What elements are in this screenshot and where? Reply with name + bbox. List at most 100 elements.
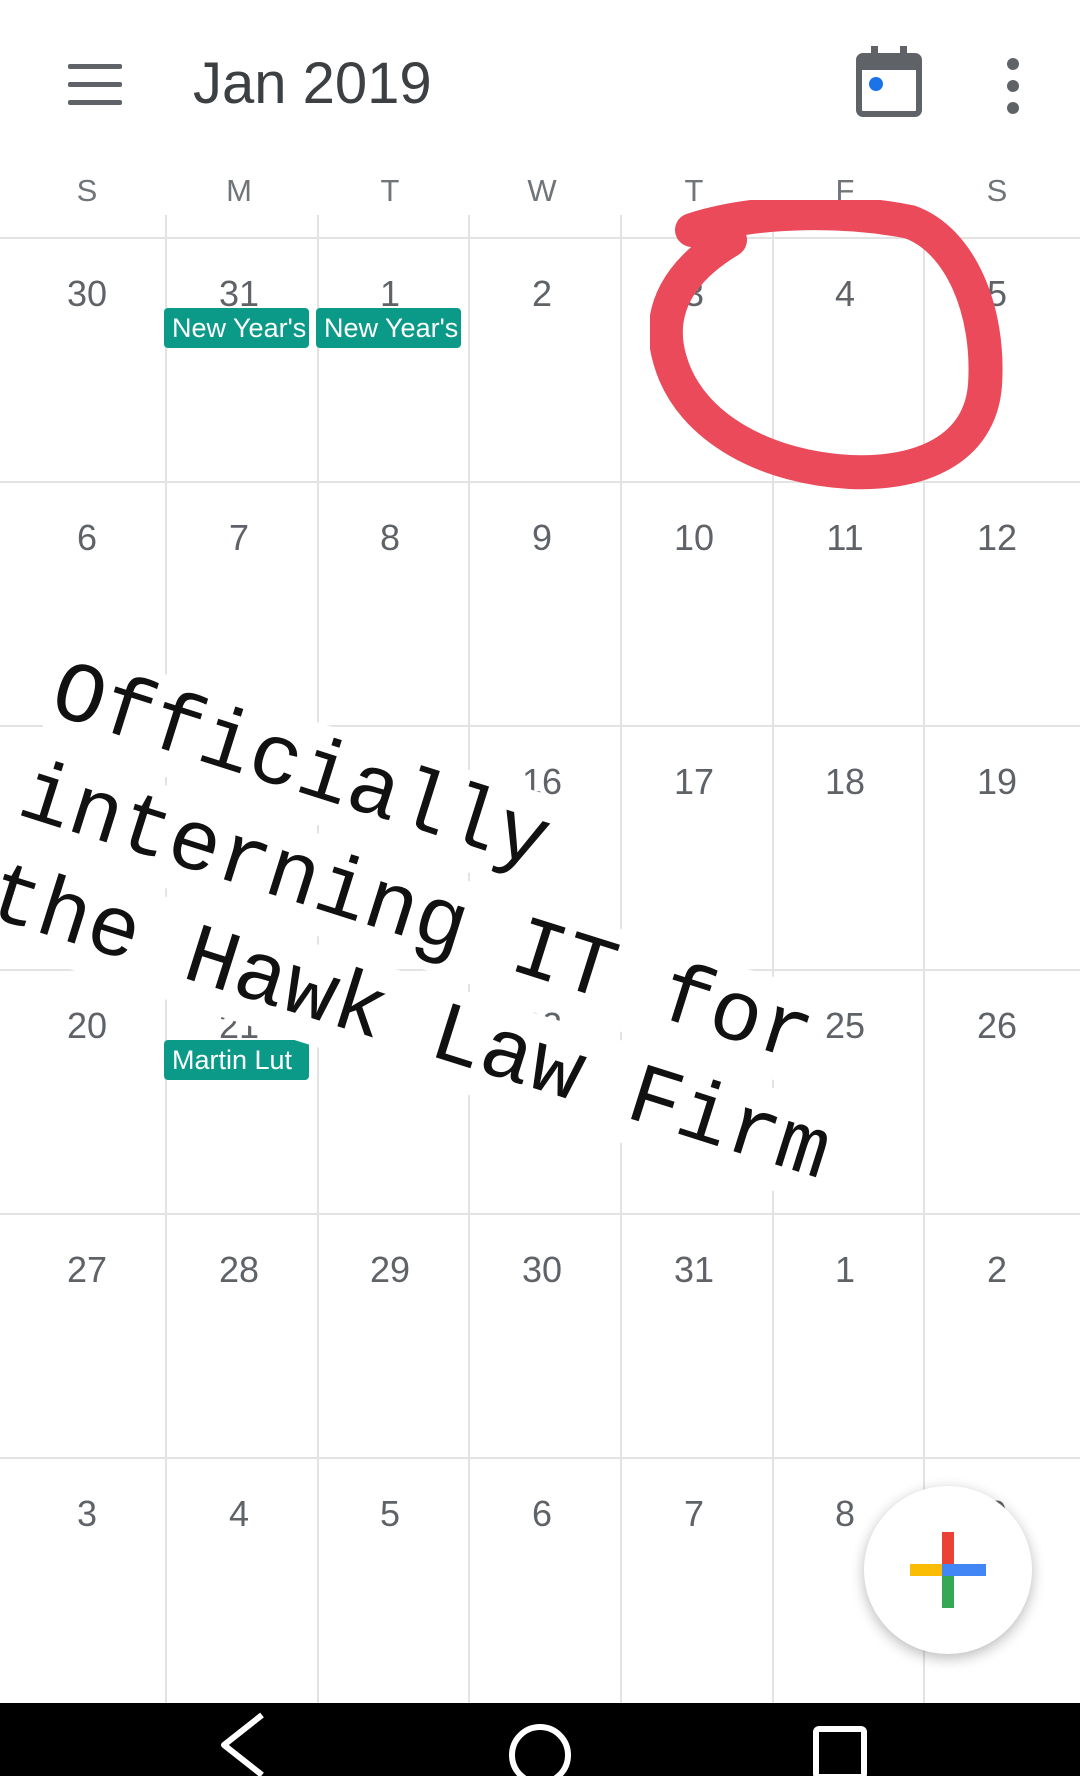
day-number: 2 (531, 273, 553, 314)
day-cell[interactable]: 2 (921, 1213, 1073, 1457)
day-number: 28 (218, 1249, 260, 1290)
day-cell[interactable]: 17 (618, 725, 770, 969)
day-number: 29 (369, 1249, 411, 1290)
day-cell[interactable]: 24 (618, 969, 770, 1213)
back-triangle-icon[interactable] (210, 1711, 290, 1778)
day-number: 26 (976, 1005, 1018, 1046)
day-cell[interactable]: 27 (11, 1213, 163, 1457)
day-number: 18 (824, 761, 866, 802)
day-cell[interactable]: 19 (921, 725, 1073, 969)
day-number: 4 (834, 273, 856, 314)
day-cell[interactable]: 3 (618, 237, 770, 481)
day-number: 15 (369, 761, 411, 802)
day-cell[interactable]: 9 (466, 481, 618, 725)
day-number: 10 (673, 517, 715, 558)
day-cell[interactable]: 1 (314, 237, 466, 481)
day-cell[interactable]: 3 (11, 1457, 163, 1701)
day-number: 27 (66, 1249, 108, 1290)
day-number: 23 (521, 1005, 563, 1046)
day-number: 2 (986, 1249, 1008, 1290)
day-number: 3 (683, 273, 705, 314)
day-cell[interactable]: 25 (769, 969, 921, 1213)
day-cell[interactable]: 6 (466, 1457, 618, 1701)
day-number: 9 (531, 517, 553, 558)
day-number: 3 (76, 1493, 98, 1534)
event-chip-new-years-eve[interactable]: New Year's (164, 308, 309, 348)
day-number: 8 (379, 517, 401, 558)
more-vert-icon[interactable] (992, 54, 1036, 118)
day-cell[interactable]: 26 (921, 969, 1073, 1213)
day-cell[interactable]: 28 (163, 1213, 315, 1457)
hamburger-menu-icon[interactable] (62, 56, 132, 116)
day-number: 17 (673, 761, 715, 802)
top-app-bar: Jan 2019 (0, 0, 1080, 165)
create-event-button[interactable] (864, 1486, 1032, 1654)
day-number: 24 (673, 1005, 715, 1046)
day-cell[interactable]: 10 (618, 481, 770, 725)
day-cell[interactable]: 4 (769, 237, 921, 481)
day-cell[interactable]: 11 (769, 481, 921, 725)
day-number: 16 (521, 761, 563, 802)
home-circle-icon[interactable] (500, 1711, 580, 1781)
day-cell[interactable]: 4 (163, 1457, 315, 1701)
weekday-label: M (226, 173, 252, 208)
day-number: 25 (824, 1005, 866, 1046)
event-chip-new-years-day[interactable]: New Year's (316, 308, 461, 348)
day-number: 31 (673, 1249, 715, 1290)
day-number: 12 (976, 517, 1018, 558)
calendar-today-icon[interactable] (856, 46, 922, 118)
day-cell[interactable]: 21 (163, 969, 315, 1213)
day-number: 6 (531, 1493, 553, 1534)
day-cell[interactable]: 29 (314, 1213, 466, 1457)
day-number: 19 (976, 761, 1018, 802)
day-number: 7 (228, 517, 250, 558)
weekday-label: T (380, 173, 400, 208)
day-number: 4 (228, 1493, 250, 1534)
day-cell[interactable]: 15 (314, 725, 466, 969)
day-cell[interactable]: 5 (921, 237, 1073, 481)
weekday-label: S (986, 173, 1008, 208)
day-cell[interactable]: 7 (163, 481, 315, 725)
day-cell[interactable]: 12 (921, 481, 1073, 725)
day-cell[interactable]: 2 (466, 237, 618, 481)
weekday-label: F (835, 173, 855, 208)
day-cell[interactable]: 23 (466, 969, 618, 1213)
day-cell[interactable]: 13 (11, 725, 163, 969)
day-number: 6 (76, 517, 98, 558)
weekday-label: S (76, 173, 98, 208)
weekday-label: W (527, 173, 557, 208)
day-cell[interactable]: 31 (618, 1213, 770, 1457)
day-number: 5 (986, 273, 1008, 314)
day-number: 13 (66, 761, 108, 802)
event-chip-martin-luther-king-day[interactable]: Martin Lut (164, 1040, 309, 1080)
day-number: 22 (369, 1005, 411, 1046)
day-cell[interactable]: 14 (163, 725, 315, 969)
day-number: 7 (683, 1493, 705, 1534)
day-number: 30 (66, 273, 108, 314)
weekday-header: S M T W T F S (0, 165, 1080, 215)
day-number: 5 (379, 1493, 401, 1534)
recents-square-icon[interactable] (800, 1711, 880, 1780)
day-cell[interactable]: 6 (11, 481, 163, 725)
day-number: 11 (826, 517, 864, 558)
day-number: 14 (218, 761, 260, 802)
day-number: 30 (521, 1249, 563, 1290)
day-cell[interactable]: 1 (769, 1213, 921, 1457)
day-cell[interactable]: 20 (11, 969, 163, 1213)
day-number: 20 (66, 1005, 108, 1046)
day-number: 1 (834, 1249, 856, 1290)
weekday-label: T (684, 173, 704, 208)
day-cell[interactable]: 18 (769, 725, 921, 969)
day-cell[interactable]: 8 (314, 481, 466, 725)
month-grid: 30 31 1 2 3 4 5 6 7 8 9 10 11 12 13 14 1… (0, 215, 1080, 1703)
plus-icon (910, 1532, 986, 1608)
day-cell[interactable]: 30 (466, 1213, 618, 1457)
day-cell[interactable]: 16 (466, 725, 618, 969)
day-cell[interactable]: 30 (11, 237, 163, 481)
day-cell[interactable]: 5 (314, 1457, 466, 1701)
day-cell[interactable]: 31 (163, 237, 315, 481)
month-title[interactable]: Jan 2019 (193, 50, 432, 117)
day-cell[interactable]: 22 (314, 969, 466, 1213)
day-cell[interactable]: 7 (618, 1457, 770, 1701)
system-navigation-bar (0, 1703, 1080, 1781)
